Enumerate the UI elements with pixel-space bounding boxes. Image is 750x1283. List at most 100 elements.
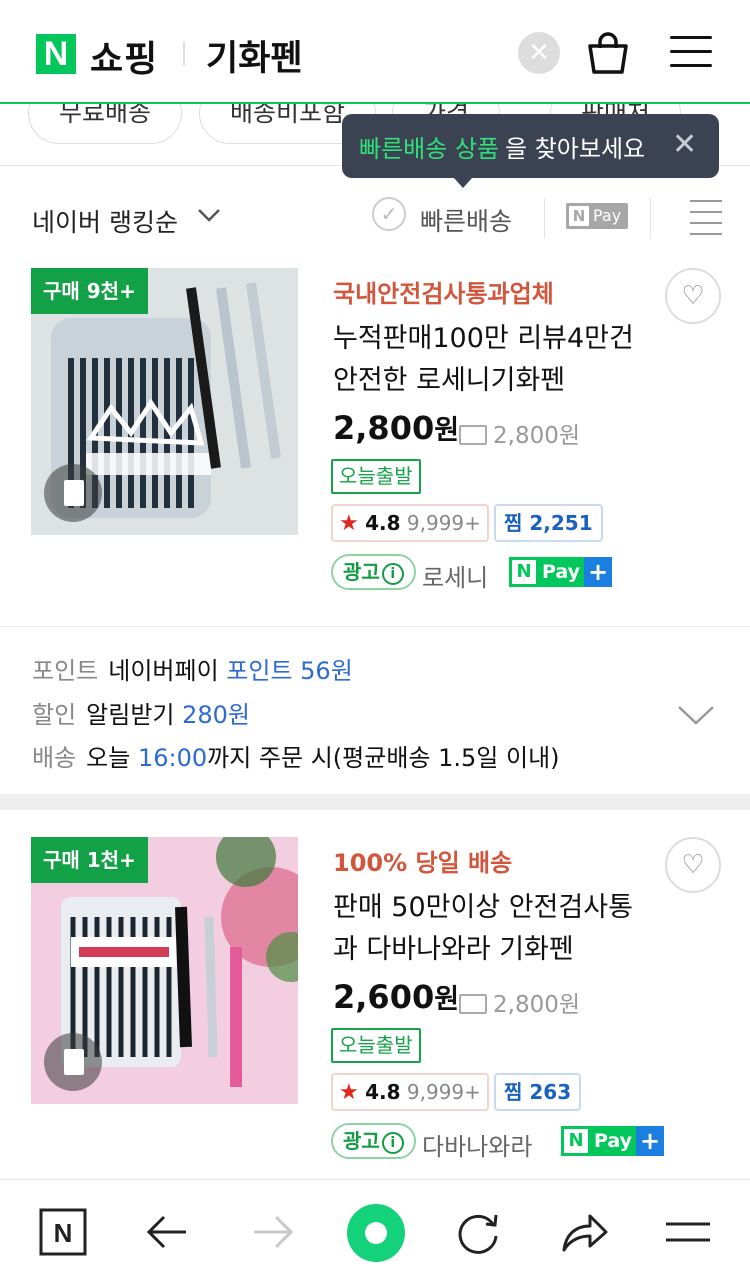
delivery-text: 오늘 (86, 744, 138, 772)
price-unit: 원 (434, 984, 460, 1015)
truck-icon (459, 994, 487, 1014)
expand-chevron-icon[interactable] (676, 695, 716, 735)
fast-delivery-tooltip: 빠른배송 상품 을 찾아보세요 ✕ (342, 114, 719, 188)
star-icon: ★ (339, 1080, 359, 1105)
star-icon: ★ (339, 511, 359, 536)
product-card[interactable]: 구매 1천+ 100% 당일 배송 판매 50만이상 안전검사통과 다바나와라 … (0, 837, 750, 1179)
product-price: 2,800원 (333, 408, 459, 447)
zzim-count-badge: 찜 2,251 (494, 504, 603, 542)
divider (650, 198, 651, 238)
npay-plus-badge: N Pay + (561, 1126, 665, 1156)
npay-filter-label: Pay (593, 206, 622, 225)
top-header: N 쇼핑 기화펜 ✕ (0, 0, 750, 104)
point-info-row: 포인트 네이버페이 포인트 56원 (32, 651, 353, 686)
point-text: 네이버페이 (108, 657, 227, 685)
gallery-icon[interactable] (44, 1033, 102, 1091)
product-card[interactable]: 구매 9천+ 국내안전검사통과업체 누적판매100만 리뷰4만건 안전한 로세니… (0, 268, 750, 624)
list-view-icon[interactable] (680, 200, 722, 235)
wishlist-heart-icon[interactable]: ♡ (665, 837, 721, 893)
sort-bar: 네이버 랭킹순 ✓ 빠른배송 N Pay (0, 166, 750, 266)
bottom-toolbar: N (0, 1179, 750, 1283)
rating-badge: ★ 4.8 9,999+ (331, 504, 489, 542)
delivery-info-row: 배송 오늘 16:00까지 주문 시(평균배송 1.5일 이내) (32, 738, 560, 773)
shipping-fee-value: 2,800원 (493, 423, 581, 449)
rating-badge: ★ 4.8 9,999+ (331, 1073, 489, 1111)
back-arrow-icon[interactable] (142, 1206, 194, 1258)
benefit-info-section: 포인트 네이버페이 포인트 56원 할인 알림받기 280원 배송 오늘 16:00까… (0, 626, 750, 794)
npay-plus-badge: N Pay + (509, 557, 613, 587)
share-icon[interactable] (558, 1206, 610, 1258)
refresh-icon[interactable] (452, 1206, 504, 1258)
point-value: 포인트 56원 (226, 657, 353, 685)
delivery-key: 배송 (32, 744, 77, 772)
shipping-fee-value: 2,800원 (493, 992, 581, 1018)
shopping-bag-icon[interactable] (584, 30, 632, 76)
delivery-time: 16:00 (137, 744, 208, 772)
purchase-count-badge: 구매 9천+ (31, 268, 148, 314)
truck-icon (459, 425, 487, 445)
sort-dropdown[interactable]: 네이버 랭킹순 (32, 203, 178, 239)
delivery-text-2: 까지 주문 시(평균배송 1.5일 이내) (207, 744, 560, 772)
info-icon: i (381, 1132, 404, 1154)
search-query-text[interactable]: 기화펜 (206, 30, 303, 81)
menu-icon[interactable] (662, 1206, 714, 1258)
today-ship-badge: 오늘출발 (331, 459, 421, 494)
npay-label: Pay (542, 561, 581, 583)
tooltip-close-icon[interactable]: ✕ (672, 128, 697, 162)
review-count: 9,999+ (406, 1080, 481, 1104)
product-price: 2,600원 (333, 977, 459, 1016)
fast-delivery-filter[interactable]: 빠른배송 (420, 202, 512, 238)
discount-value: 280원 (182, 701, 251, 729)
ad-badge[interactable]: 광고 i (331, 554, 416, 590)
search-clear-icon[interactable]: ✕ (518, 32, 560, 74)
shipping-fee: 2,800원 (459, 985, 580, 1019)
ad-badge[interactable]: 광고 i (331, 1123, 416, 1159)
discount-key: 할인 (32, 701, 77, 729)
price-unit: 원 (434, 415, 460, 446)
purchase-count-badge: 구매 1천+ (31, 837, 148, 883)
header-divider (183, 42, 185, 66)
npay-n-icon: N (569, 206, 589, 226)
fast-delivery-check-icon[interactable]: ✓ (372, 197, 406, 231)
chevron-down-icon[interactable] (196, 202, 222, 232)
zzim-count-badge: 찜 263 (494, 1073, 582, 1111)
shopping-logo-text[interactable]: 쇼핑 (90, 30, 158, 82)
product-thumbnail[interactable]: 구매 9천+ (31, 268, 298, 535)
section-divider (0, 794, 750, 810)
naver-logo-icon[interactable]: N (36, 34, 76, 74)
npay-filter-button[interactable]: N Pay (566, 203, 628, 229)
forward-arrow-icon[interactable] (246, 1206, 298, 1258)
rating-score: 4.8 (365, 1080, 401, 1104)
discount-info-row: 할인 알림받기 280원 (32, 695, 250, 730)
npay-n-icon: N (512, 560, 536, 584)
ad-label: 광고 (343, 560, 380, 584)
gallery-icon[interactable] (44, 464, 102, 522)
divider (544, 198, 545, 238)
npay-n-icon: N (564, 1129, 588, 1153)
product-promo-text: 국내안전검사통과업체 (333, 280, 554, 308)
ad-label: 광고 (343, 1129, 380, 1153)
naver-home-icon[interactable]: N (37, 1206, 89, 1258)
point-key: 포인트 (32, 657, 99, 685)
info-icon: i (381, 563, 404, 585)
price-value: 2,800 (333, 409, 435, 447)
hamburger-menu-icon[interactable] (670, 36, 712, 70)
wishlist-heart-icon[interactable]: ♡ (665, 268, 721, 324)
product-title[interactable]: 판매 50만이상 안전검사통과 다바나와라 기화펜 (333, 887, 653, 971)
tooltip-highlight: 빠른배송 상품 (359, 135, 500, 163)
product-promo-text: 100% 당일 배송 (333, 849, 513, 877)
price-value: 2,600 (333, 978, 435, 1016)
home-letter: N (54, 1218, 73, 1248)
plus-icon: + (636, 1126, 665, 1156)
rating-score: 4.8 (365, 511, 401, 535)
npay-label: Pay (594, 1130, 633, 1152)
discount-text: 알림받기 (86, 701, 183, 729)
green-dot-icon[interactable] (345, 1202, 407, 1264)
product-title[interactable]: 누적판매100만 리뷰4만건 안전한 로세니기화펜 (333, 318, 653, 402)
today-ship-badge: 오늘출발 (331, 1028, 421, 1063)
seller-name[interactable]: 로세니 (422, 558, 488, 593)
seller-name[interactable]: 다바나와라 (422, 1127, 532, 1162)
product-thumbnail[interactable]: 구매 1천+ (31, 837, 298, 1104)
tooltip-text: 을 찾아보세요 (505, 135, 646, 163)
review-count: 9,999+ (406, 511, 481, 535)
